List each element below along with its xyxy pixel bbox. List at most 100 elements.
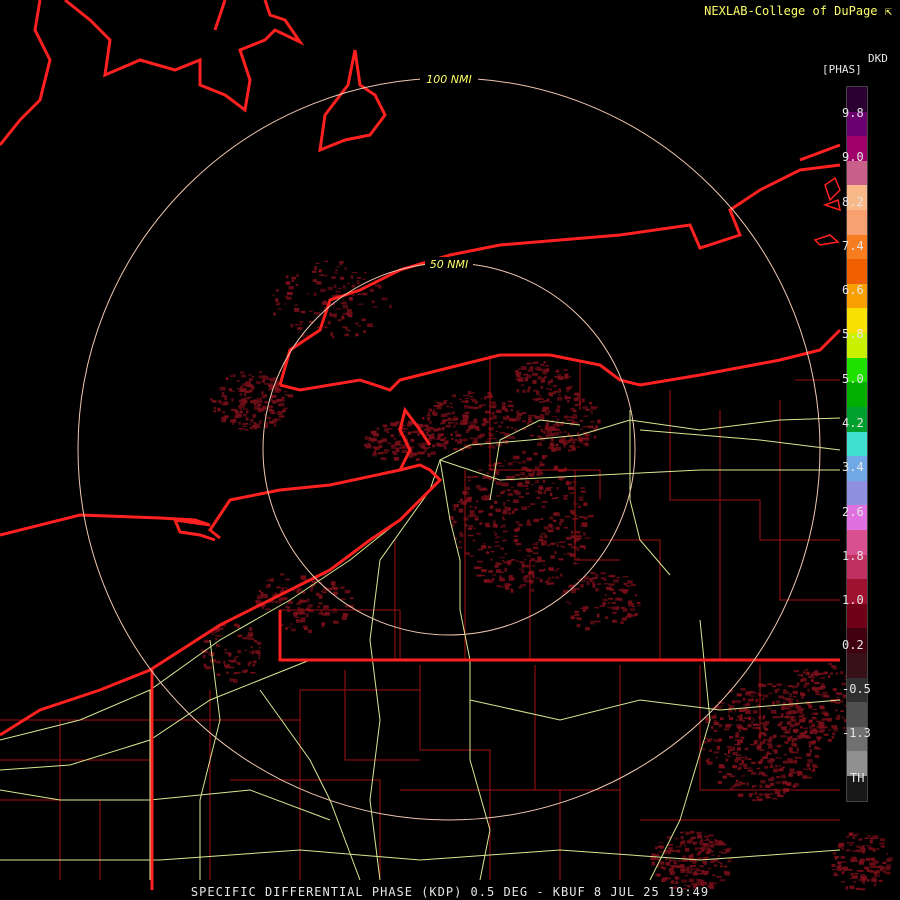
radar-echo [811,672,815,677]
radar-echo [615,606,620,611]
radar-echo [538,397,544,400]
radar-echo [769,766,774,768]
color-scale-label: -1.3 [842,726,871,740]
radar-echo [444,413,448,417]
radar-echo [514,370,519,372]
radar-echo [583,443,588,445]
radar-echo [571,481,577,483]
radar-echo [710,859,715,863]
radar-echo [297,327,303,330]
radar-echo [859,863,864,865]
radar-echo [557,396,563,401]
radar-echo [846,842,850,844]
radar-echo [594,606,600,609]
radar-echo [752,785,758,787]
radar-echo [232,421,235,425]
radar-echo [622,576,629,578]
radar-echo [608,575,614,577]
radar-echo [714,713,717,715]
radar-echo [597,419,601,424]
radar-echo [676,849,681,853]
radar-echo [568,439,572,443]
radar-echo [833,873,839,877]
radar-echo [516,373,521,378]
radar-echo [508,575,513,578]
radar-echo [767,759,773,764]
radar-echo [490,427,493,430]
radar-echo [439,404,445,406]
radar-echo [252,425,257,428]
radar-echo [487,546,492,549]
radar-echo [685,831,690,835]
radar-echo [766,751,770,755]
radar-echo [713,729,718,732]
radar-echo [521,412,527,414]
radar-echo [753,739,759,742]
radar-echo [571,447,576,451]
radar-echo [505,482,509,487]
radar-echo [734,709,737,712]
radar-echo [499,575,502,580]
radar-echo [811,723,815,728]
radar-echo [555,446,561,451]
radar-echo [550,444,556,447]
radar-echo [254,640,257,643]
radar-echo [383,449,390,452]
radar-echo [501,516,505,520]
radar-echo [583,502,588,506]
radar-echo [864,837,870,840]
color-scale-swatch [847,431,867,457]
radar-echo [244,429,249,431]
radar-echo [273,390,280,394]
radar-echo [300,310,306,314]
radar-echo [257,642,261,646]
radar-echo [525,548,532,552]
radar-echo [546,582,551,585]
radar-echo [576,396,580,398]
corner-arrow-icon[interactable]: ⇱ [885,4,892,18]
radar-echo [792,690,798,695]
radar-echo [768,793,774,795]
radar-echo [271,294,275,296]
radar-echo [543,568,546,571]
radar-echo [335,291,341,293]
radar-echo [882,861,887,864]
radar-echo [521,563,526,568]
radar-echo [873,861,879,863]
radar-echo [228,659,235,662]
radar-echo [500,547,504,551]
radar-echo [787,760,794,764]
radar-echo [477,548,484,551]
radar-echo [552,384,557,388]
radar-echo [272,420,276,422]
radar-echo [789,693,792,697]
radar-echo [589,401,593,405]
radar-echo [734,700,741,704]
radar-echo [333,284,337,289]
radar-echo [432,411,435,415]
radar-echo [791,740,794,744]
radar-echo [852,875,858,879]
radar-echo [458,508,464,513]
radar-echo [228,653,232,657]
radar-echo [735,779,739,783]
radar-echo [804,669,808,671]
radar-echo [324,605,328,608]
radar-echo [239,393,243,396]
radar-echo [658,842,664,844]
radar-echo [454,431,458,433]
radar-echo [839,867,843,871]
radar-echo [248,378,253,381]
radar-echo [335,269,338,272]
radar-echo [578,496,584,499]
radar-echo [327,320,331,325]
radar-echo [503,561,508,564]
radar-echo [355,322,359,325]
radar-echo [764,721,770,724]
radar-echo [504,410,510,412]
radar-echo [491,445,496,449]
radar-echo [699,840,704,843]
radar-echo [720,840,723,844]
radar-echo [744,717,748,720]
radar-echo [729,736,734,739]
